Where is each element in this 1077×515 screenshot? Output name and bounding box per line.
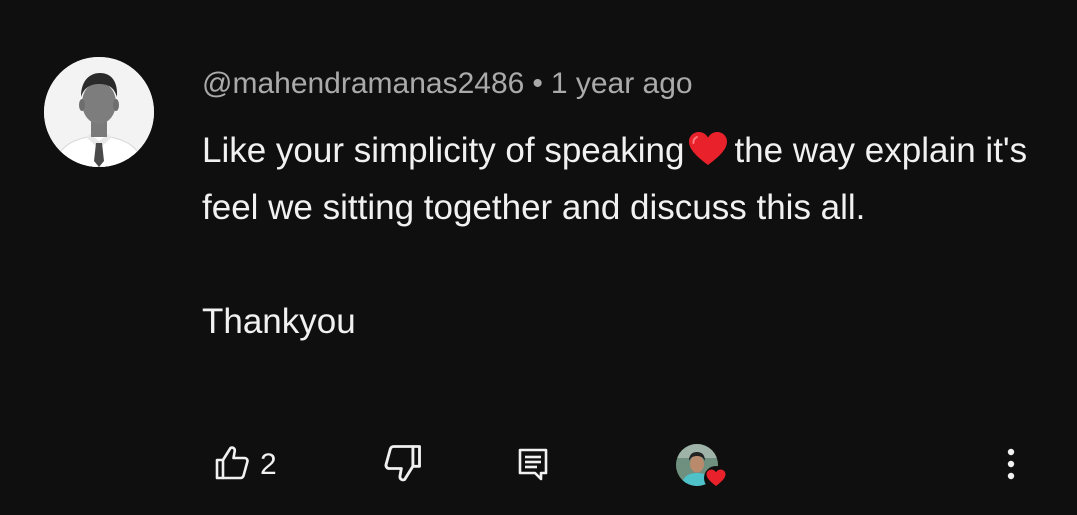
heart-emoji-icon bbox=[688, 127, 728, 165]
comment-actions: 2 bbox=[0, 430, 1077, 500]
like-button[interactable]: 2 bbox=[212, 430, 277, 500]
comment-timestamp[interactable]: 1 year ago bbox=[551, 67, 693, 100]
more-vertical-icon bbox=[996, 448, 1026, 488]
creator-heart-icon bbox=[676, 442, 728, 492]
comment-paragraph: Like your simplicity of speaking the way … bbox=[202, 122, 1042, 236]
reply-button[interactable] bbox=[514, 430, 552, 500]
comment-closing: Thankyou bbox=[202, 302, 356, 341]
author-handle[interactable]: @mahendramanas2486 bbox=[202, 67, 524, 100]
reply-comment-icon bbox=[514, 443, 552, 488]
more-options-button[interactable] bbox=[996, 444, 1026, 484]
comment-text-part-1: Like your simplicity of speaking bbox=[202, 131, 685, 170]
like-count: 2 bbox=[260, 448, 277, 481]
thumbs-down-icon bbox=[380, 441, 426, 490]
avatar-photo bbox=[44, 57, 154, 167]
comment-thread: @mahendramanas2486 • 1 year ago Like your … bbox=[0, 0, 1077, 515]
comment-meta: @mahendramanas2486 • 1 year ago bbox=[202, 64, 693, 104]
author-avatar[interactable] bbox=[44, 57, 154, 167]
comment-body: Like your simplicity of speaking the way … bbox=[202, 122, 1042, 350]
mini-heart-badge bbox=[704, 466, 728, 490]
meta-separator: • bbox=[532, 67, 543, 100]
dislike-button[interactable] bbox=[380, 430, 426, 500]
thumbs-up-icon bbox=[212, 443, 252, 488]
